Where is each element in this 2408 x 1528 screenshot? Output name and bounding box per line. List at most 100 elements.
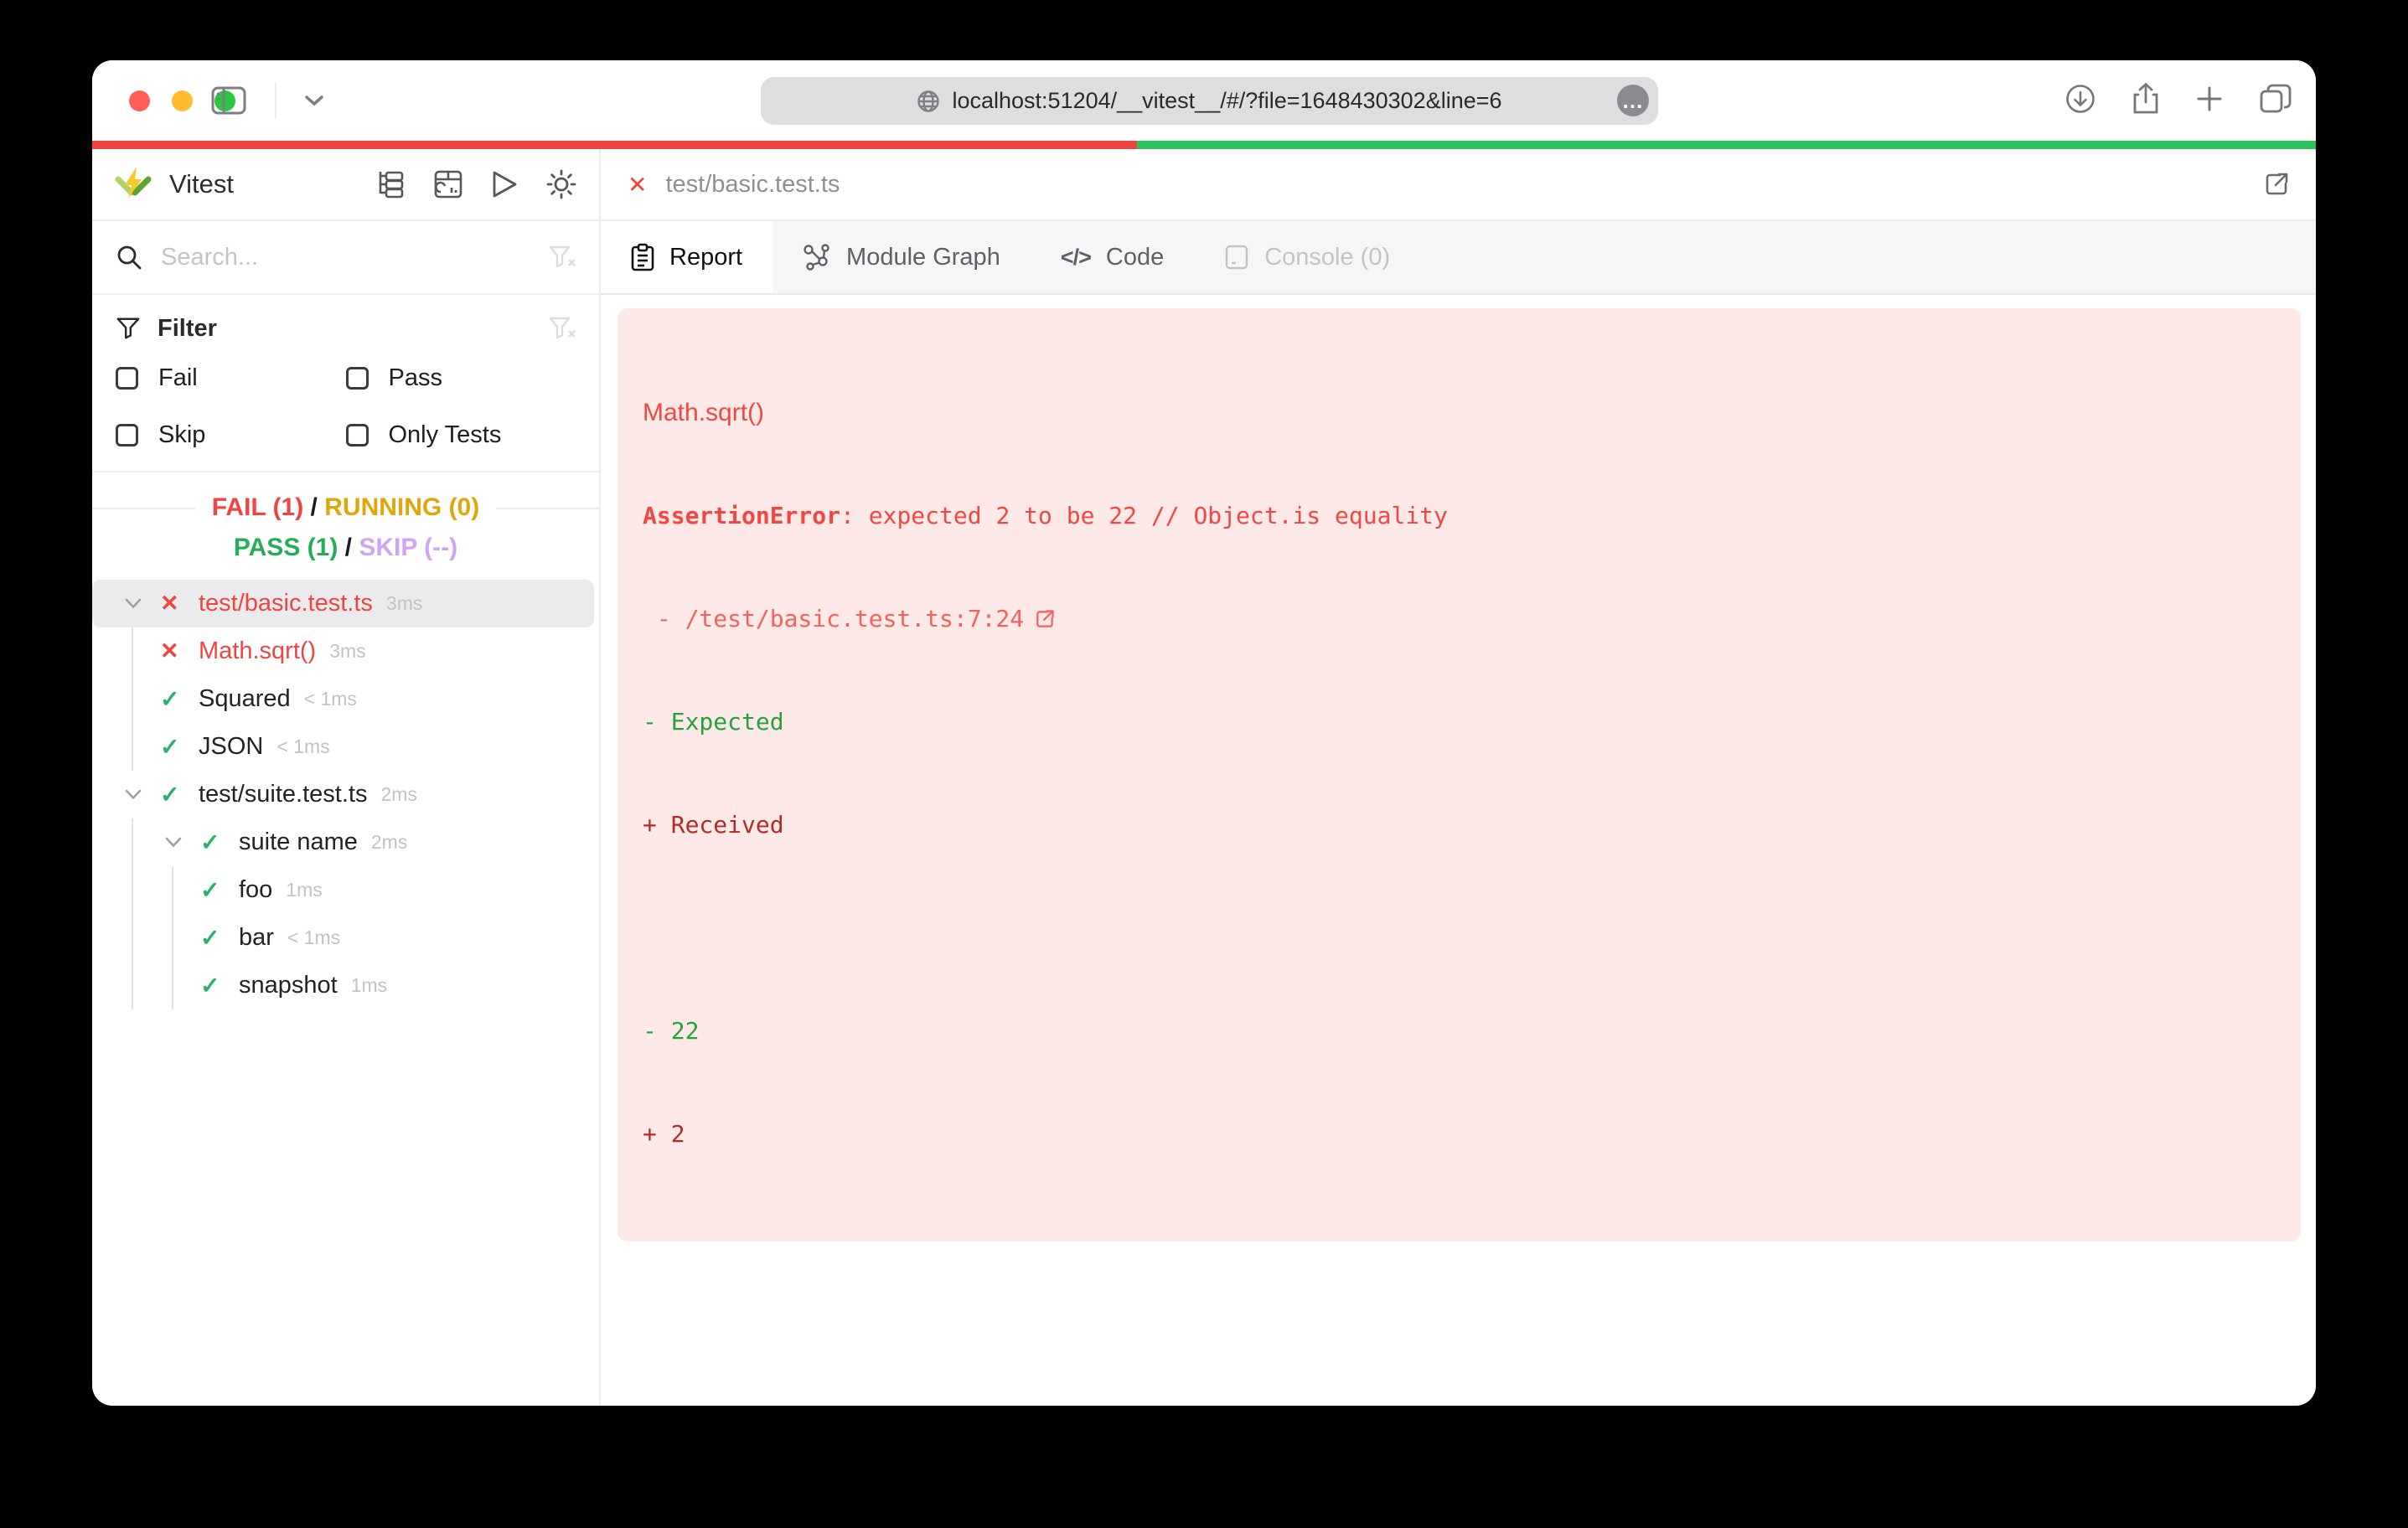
checkbox[interactable] xyxy=(345,366,369,390)
new-tab-icon[interactable] xyxy=(2195,85,2224,113)
funnel-icon xyxy=(116,316,141,341)
search-input[interactable]: Search... xyxy=(161,244,530,271)
tree-guide-line xyxy=(172,866,173,1009)
checkbox[interactable] xyxy=(345,423,369,447)
filter-clear-icon[interactable] xyxy=(549,245,576,270)
download-icon[interactable] xyxy=(2064,83,2096,115)
tree-item-file[interactable]: ✕ test/basic.test.ts 3ms xyxy=(92,580,594,627)
duration-label: 3ms xyxy=(329,640,366,662)
filter-option-skip[interactable]: Skip xyxy=(116,416,346,454)
filter-option-fail[interactable]: Fail xyxy=(116,359,346,397)
error-location-link[interactable]: - /test/basic.test.ts:7:24 xyxy=(643,601,1024,636)
test-progress-bar xyxy=(92,141,2316,149)
duration-label: 2ms xyxy=(370,831,408,853)
view-tabs: Report Module Graph </> Code Console (0) xyxy=(601,221,2316,295)
diff-expected-label: - Expected xyxy=(643,708,784,736)
open-in-editor-icon[interactable] xyxy=(1034,608,1056,630)
chevron-down-icon[interactable] xyxy=(120,598,160,609)
pass-icon: ✓ xyxy=(200,829,220,855)
chevron-down-icon[interactable] xyxy=(160,837,200,848)
close-window-button[interactable] xyxy=(129,90,150,111)
checkbox[interactable] xyxy=(116,366,138,390)
tab-report[interactable]: Report xyxy=(601,221,773,293)
vitest-logo-icon xyxy=(114,165,152,204)
tab-console[interactable]: Console (0) xyxy=(1194,221,1420,293)
duration-label: 2ms xyxy=(380,783,417,805)
test-summary: FAIL (1) / RUNNING (0) PASS (1) / SKIP (… xyxy=(92,472,599,580)
duration-label: 1ms xyxy=(350,974,388,996)
filter-option-only-tests[interactable]: Only Tests xyxy=(345,416,576,454)
summary-pass: PASS (1) xyxy=(233,534,338,561)
pass-icon: ✓ xyxy=(160,782,180,808)
page-menu-button[interactable]: … xyxy=(1617,85,1649,116)
address-bar[interactable]: localhost:51204/__vitest__/#/?file=16484… xyxy=(761,77,1658,125)
report-content: Math.sqrt() AssertionError: expected 2 t… xyxy=(601,295,2316,1406)
module-graph-icon xyxy=(803,243,831,271)
diff-received-value: + 2 xyxy=(643,1120,685,1148)
tree-item-test[interactable]: ✕ Math.sqrt() 3ms xyxy=(92,627,599,675)
diff-received-label: + Received xyxy=(643,811,784,839)
code-icon: </> xyxy=(1060,244,1092,270)
tree-item-test[interactable]: ✓ foo 1ms xyxy=(92,866,599,914)
app-title: Vitest xyxy=(169,169,234,199)
console-icon xyxy=(1224,244,1249,271)
search-icon xyxy=(116,244,142,271)
run-all-icon[interactable] xyxy=(490,169,519,199)
sidebar-toggle-icon[interactable] xyxy=(211,86,246,115)
summary-running: RUNNING (0) xyxy=(324,493,480,521)
globe-icon xyxy=(917,90,940,113)
duration-label: < 1ms xyxy=(276,736,330,757)
pass-icon: ✓ xyxy=(160,686,180,712)
toggle-tree-icon[interactable] xyxy=(376,169,406,199)
chevron-down-icon[interactable] xyxy=(120,789,160,800)
main-panel: Report Module Graph </> Code Console (0)… xyxy=(601,221,2316,1406)
tree-item-test[interactable]: ✓ snapshot 1ms xyxy=(92,962,599,1009)
diff-blank-line xyxy=(643,911,2276,945)
url-text: localhost:51204/__vitest__/#/?file=16484… xyxy=(952,88,1502,113)
filter-panel: Filter Fail Pass Skip Only Tests xyxy=(92,295,599,472)
minimize-window-button[interactable] xyxy=(172,90,193,111)
test-tree: ✕ test/basic.test.ts 3ms ✕ Math.sqrt() 3… xyxy=(92,580,599,1406)
pass-icon: ✓ xyxy=(200,877,220,903)
sidebar-header: Vitest xyxy=(92,149,601,221)
chevron-down-icon[interactable] xyxy=(305,95,323,106)
checkbox[interactable] xyxy=(116,423,138,447)
filter-title: Filter xyxy=(158,314,217,342)
duration-label: 3ms xyxy=(385,592,423,614)
fail-icon: ✕ xyxy=(160,591,179,616)
tab-code[interactable]: </> Code xyxy=(1031,221,1194,293)
filter-clear-icon[interactable] xyxy=(549,316,576,341)
open-file-tab: ✕ test/basic.test.ts xyxy=(601,149,2316,221)
progress-fail-segment xyxy=(92,141,1138,149)
fail-icon: ✕ xyxy=(160,638,179,663)
tree-item-test[interactable]: ✓ JSON < 1ms xyxy=(92,723,599,771)
tree-item-test[interactable]: ✓ Squared < 1ms xyxy=(92,675,599,723)
progress-pass-segment xyxy=(1137,141,2316,149)
pass-icon: ✓ xyxy=(200,973,220,999)
tab-overview-icon[interactable] xyxy=(2259,83,2292,115)
pass-icon: ✓ xyxy=(160,734,180,760)
theme-toggle-icon[interactable] xyxy=(545,168,577,200)
browser-toolbar: localhost:51204/__vitest__/#/?file=16484… xyxy=(92,60,2316,141)
duration-label: 1ms xyxy=(286,879,323,901)
tab-module-graph[interactable]: Module Graph xyxy=(773,221,1031,293)
filter-option-pass[interactable]: Pass xyxy=(345,359,576,397)
close-file-icon[interactable]: ✕ xyxy=(628,171,647,199)
search-bar[interactable]: Search... xyxy=(92,221,599,295)
error-message: : expected 2 to be 22 // Object.is equal… xyxy=(840,502,1448,529)
share-icon[interactable] xyxy=(2132,82,2160,116)
sidebar: Search... Filter Fail Pass Skip Only Tes… xyxy=(92,221,601,1406)
tree-item-file[interactable]: ✓ test/suite.test.ts 2ms xyxy=(92,771,599,818)
pass-icon: ✓ xyxy=(200,925,220,951)
open-in-editor-icon[interactable] xyxy=(2264,172,2289,197)
duration-label: < 1ms xyxy=(287,927,341,948)
tree-item-suite[interactable]: ✓ suite name 2ms xyxy=(92,818,599,866)
diff-expected-value: - 22 xyxy=(643,1017,700,1045)
tree-item-test[interactable]: ✓ bar < 1ms xyxy=(92,914,599,962)
dashboard-icon[interactable] xyxy=(433,169,463,199)
summary-skip: SKIP (--) xyxy=(359,534,458,561)
tree-guide-line xyxy=(132,627,133,771)
error-report-panel: Math.sqrt() AssertionError: expected 2 t… xyxy=(618,308,2301,1242)
report-icon xyxy=(631,243,654,271)
summary-fail: FAIL (1) xyxy=(211,493,304,521)
